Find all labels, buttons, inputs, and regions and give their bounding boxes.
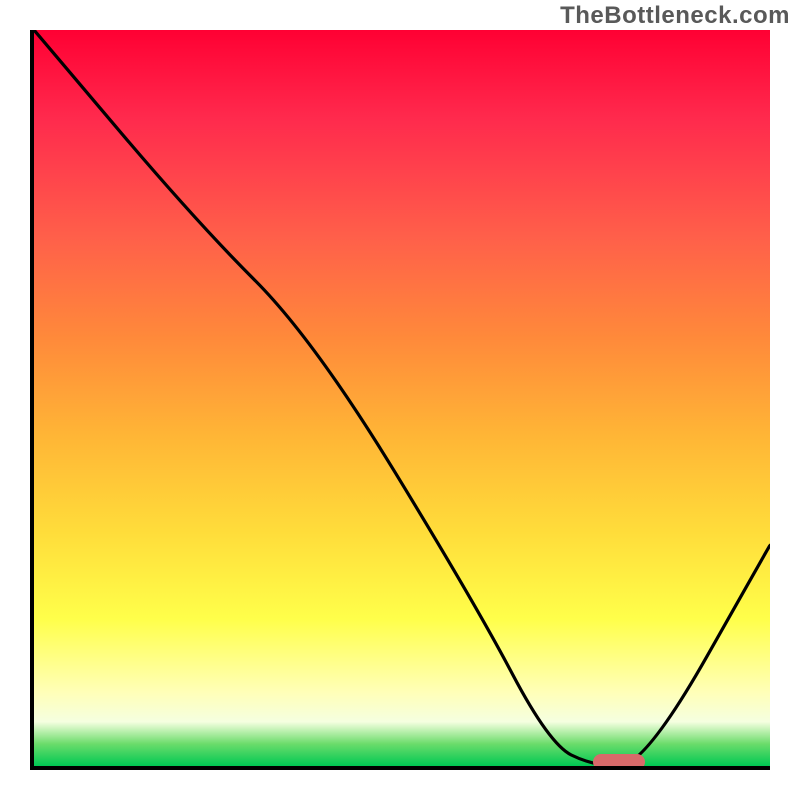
- watermark-text: TheBottleneck.com: [560, 2, 790, 30]
- plot-area: [30, 30, 770, 770]
- curve-svg: [34, 30, 770, 766]
- optimal-marker: [593, 754, 645, 770]
- chart-canvas: TheBottleneck.com: [0, 0, 800, 800]
- bottleneck-curve: [34, 30, 770, 766]
